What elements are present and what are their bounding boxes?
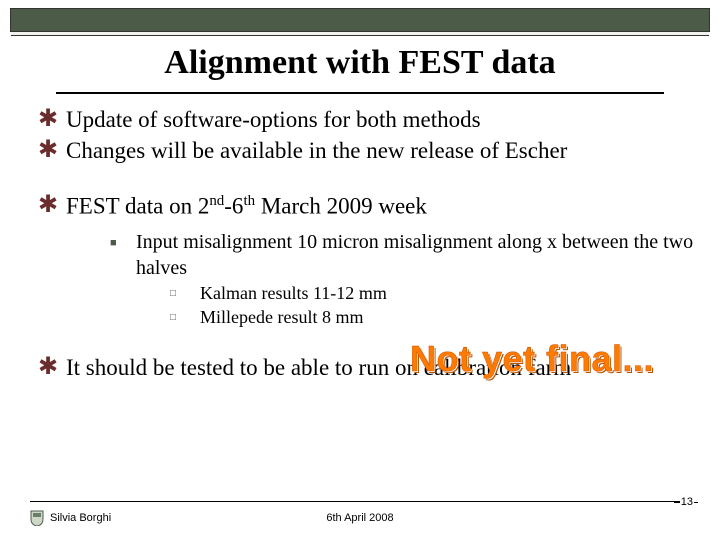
sub-sub-bullet-item: □ Kalman results 11-12 mm — [170, 281, 700, 305]
header-bar — [10, 8, 710, 32]
snowflake-icon: ✱ — [38, 354, 66, 380]
bullet-text: Changes will be available in the new rel… — [66, 137, 700, 166]
footer-author: Silvia Borghi — [50, 512, 111, 524]
footer-divider — [30, 501, 690, 502]
sub-sub-bullet-text: Millepede result 8 mm — [200, 305, 363, 329]
text-frag: -6 — [224, 193, 243, 218]
bullet-item: ✱ Changes will be available in the new r… — [38, 137, 700, 166]
crest-icon — [30, 510, 44, 526]
ordinal-sup: th — [243, 193, 255, 209]
unit: mm — [335, 307, 363, 327]
snowflake-icon: ✱ — [38, 192, 66, 218]
box-bullet-icon: □ — [170, 305, 200, 325]
text-frag: FEST data on 2 — [66, 193, 209, 218]
sub-sub-bullet-text: Kalman results 11-12 mm — [200, 281, 387, 305]
unit: mm — [359, 283, 387, 303]
snowflake-icon: ✱ — [38, 106, 66, 132]
footer-date: 6th April 2008 — [326, 512, 393, 524]
bullet-text: Update of software-options for both meth… — [66, 106, 700, 135]
sub-bullet-item: ■ Input misalignment 10 micron misalignm… — [110, 229, 700, 281]
page-number-value: 13 — [680, 496, 694, 508]
title-underline — [56, 92, 664, 94]
snowflake-icon: ✱ — [38, 137, 66, 163]
slide-title: Alignment with FEST data — [0, 44, 720, 82]
page-number: 13 — [680, 496, 694, 508]
text-frag: March 2009 week — [255, 193, 427, 218]
bullet-item: ✱ Update of software-options for both me… — [38, 106, 700, 135]
slide: Alignment with FEST data ✱ Update of sof… — [0, 0, 720, 540]
sub-bullet-text: Input misalignment 10 micron misalignmen… — [136, 229, 700, 281]
not-final-stamp: Not yet final... — [410, 338, 654, 380]
square-bullet-icon: ■ — [110, 229, 136, 250]
sub-sub-bullet-item: □ Millepede result 8 mm — [170, 305, 700, 329]
text-frag: Millepede result 8 — [200, 307, 335, 327]
bullet-text: FEST data on 2nd-6th March 2009 week — [66, 192, 700, 221]
text-frag: Kalman results 11-12 — [200, 283, 359, 303]
bullet-item: ✱ FEST data on 2nd-6th March 2009 week — [38, 192, 700, 221]
box-bullet-icon: □ — [170, 281, 200, 301]
footer: Silvia Borghi 6th April 2008 13 — [30, 504, 690, 528]
ordinal-sup: nd — [209, 193, 224, 209]
